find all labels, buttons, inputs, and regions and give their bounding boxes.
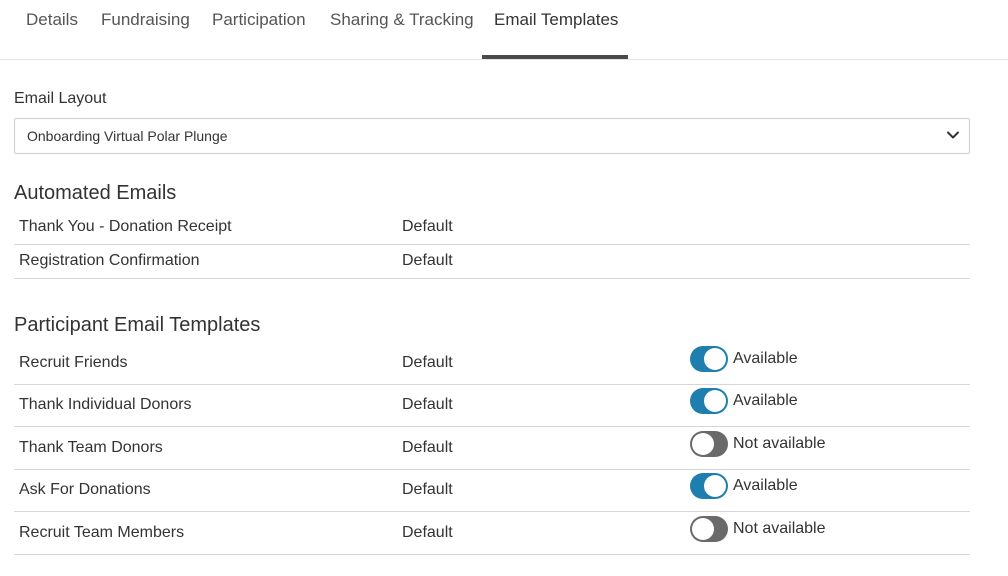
tab-email-templates[interactable]: Email Templates (494, 10, 618, 30)
availability-toggle[interactable] (690, 473, 728, 499)
email-name: Ask For Donations (19, 481, 151, 498)
email-layout-select[interactable]: Onboarding Virtual Polar Plunge (14, 118, 970, 154)
table-row: Registration Confirmation Default (14, 245, 970, 279)
template-value: Default (402, 218, 453, 235)
template-value: Default (402, 354, 453, 371)
table-row: Ask For Donations Default Available (14, 470, 970, 512)
availability-toggle[interactable] (690, 346, 728, 372)
email-name: Recruit Friends (19, 354, 128, 371)
table-row: Recruit Team Members Default Not availab… (14, 512, 970, 555)
automated-emails-title: Automated Emails (14, 182, 177, 204)
email-layout-selected-value: Onboarding Virtual Polar Plunge (27, 128, 228, 144)
active-tab-indicator (482, 55, 628, 59)
table-row: Thank Individual Donors Default Availabl… (14, 385, 970, 427)
template-value: Default (402, 252, 453, 269)
tab-details[interactable]: Details (26, 10, 78, 30)
email-name: Thank Team Donors (19, 439, 163, 456)
template-value: Default (402, 439, 453, 456)
availability-toggle[interactable] (690, 388, 728, 414)
availability-status: Not available (733, 520, 826, 537)
template-value: Default (402, 524, 453, 541)
toggle-knob (704, 348, 726, 370)
tab-participation[interactable]: Participation (212, 10, 306, 30)
email-name: Recruit Team Members (19, 524, 185, 541)
email-name: Thank You - Donation Receipt (19, 218, 232, 235)
template-value: Default (402, 396, 453, 413)
table-row: Thank Team Donors Default Not available (14, 427, 970, 470)
table-row: Thank You - Donation Receipt Default (14, 211, 970, 245)
toggle-knob (692, 518, 714, 540)
availability-status: Not available (733, 435, 826, 452)
availability-status: Available (733, 392, 798, 409)
tab-fundraising[interactable]: Fundraising (101, 10, 190, 30)
tab-sharing-tracking[interactable]: Sharing & Tracking (330, 10, 474, 30)
availability-toggle[interactable] (690, 516, 728, 542)
availability-toggle[interactable] (690, 431, 728, 457)
participant-templates-title: Participant Email Templates (14, 314, 261, 336)
availability-status: Available (733, 477, 798, 494)
toggle-knob (704, 475, 726, 497)
toggle-knob (692, 433, 714, 455)
toggle-knob (704, 390, 726, 412)
chevron-down-icon (947, 131, 959, 139)
template-value: Default (402, 481, 453, 498)
email-layout-label: Email Layout (14, 90, 107, 107)
email-name: Registration Confirmation (19, 252, 200, 269)
table-row: Recruit Friends Default Available (14, 342, 970, 385)
availability-status: Available (733, 350, 798, 367)
tab-bar: Details Fundraising Participation Sharin… (0, 0, 1008, 60)
email-name: Thank Individual Donors (19, 396, 192, 413)
